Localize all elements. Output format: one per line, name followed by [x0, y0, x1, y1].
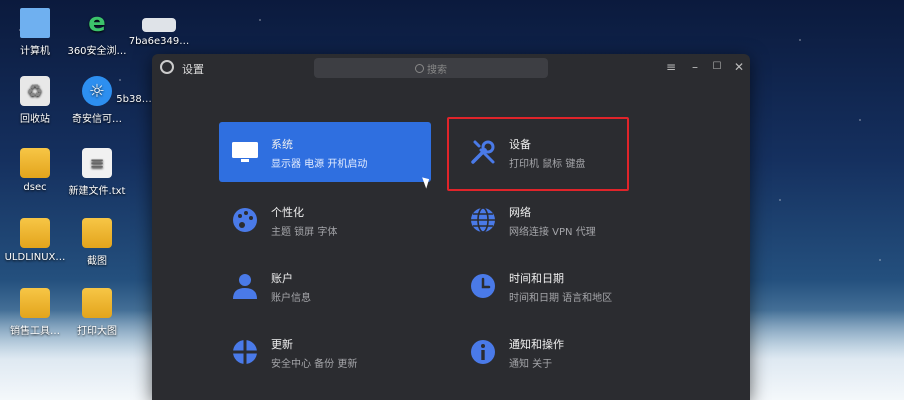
user-icon	[233, 274, 257, 299]
desktop-icon-dsec[interactable]: dsec	[0, 148, 70, 193]
settings-item-label: 个性化	[271, 206, 304, 219]
info-icon	[471, 340, 495, 364]
search-icon	[415, 63, 424, 73]
home-folder-icon	[20, 148, 50, 178]
settings-window: 设置 搜索 ≡ – ☐ ✕ 系统 显示器 电源 开机启动 设备 打印机 鼠标 键…	[152, 54, 750, 400]
search-input[interactable]: 搜索	[314, 58, 548, 78]
desktop-icon-new-txt[interactable]: ≡ 新建文件.txt	[62, 148, 132, 197]
monitor-icon	[232, 142, 258, 162]
menu-button[interactable]: ≡	[664, 60, 678, 74]
settings-item-desc: 时间和日期 语言和地区	[509, 293, 613, 304]
clock-icon	[471, 274, 495, 298]
settings-item-label: 系统	[271, 138, 293, 151]
settings-item-account[interactable]: 账户 账户信息	[219, 256, 431, 316]
settings-item-network[interactable]: 网络 网络连接 VPN 代理	[457, 190, 669, 250]
settings-item-desc: 安全中心 备份 更新	[271, 359, 358, 370]
window-title: 设置	[182, 63, 204, 76]
title-bar: 设置 搜索 ≡ – ☐ ✕	[152, 54, 750, 82]
folder-icon	[82, 288, 112, 318]
palette-icon	[233, 208, 257, 232]
maximize-button[interactable]: ☐	[710, 60, 724, 74]
settings-item-label: 时间和日期	[509, 272, 564, 285]
globe-icon	[471, 207, 495, 233]
trash-icon: ♻	[20, 76, 50, 106]
close-button[interactable]: ✕	[732, 60, 746, 74]
desktop-icon-package-1[interactable]: 7ba6e349…	[124, 18, 194, 47]
computer-icon	[20, 8, 50, 38]
settings-item-label: 账户	[271, 272, 293, 285]
desktop-icon-screenshot[interactable]: 截图	[62, 218, 132, 267]
package-icon	[142, 18, 176, 32]
text-file-icon: ≡	[82, 148, 112, 178]
folder-icon	[20, 288, 50, 318]
desktop-icon-trash[interactable]: ♻ 回收站	[0, 76, 70, 125]
settings-item-update[interactable]: 更新 安全中心 备份 更新	[219, 322, 431, 382]
desktop-icon-package-2[interactable]: 5b38…	[114, 94, 154, 105]
settings-item-personalization[interactable]: 个性化 主题 锁屏 字体	[219, 190, 431, 250]
settings-item-notifications[interactable]: 通知和操作 通知 关于	[457, 322, 669, 382]
browser-e-icon: e	[88, 8, 106, 38]
settings-item-system[interactable]: 系统 显示器 电源 开机启动	[219, 122, 431, 182]
folder-icon	[82, 218, 112, 248]
settings-item-desc: 通知 关于	[509, 359, 553, 370]
minimize-button[interactable]: –	[688, 60, 702, 74]
settings-item-label: 更新	[271, 338, 293, 351]
settings-gear-icon	[160, 60, 174, 74]
settings-item-desc: 主题 锁屏 字体	[271, 227, 338, 238]
desktop-icon-sales-tools[interactable]: 销售工具…	[0, 288, 70, 337]
update-icon	[233, 340, 257, 364]
highlight-box	[447, 117, 629, 191]
desktop-icon-computer[interactable]: 计算机	[0, 8, 70, 57]
settings-item-desc: 显示器 电源 开机启动	[271, 159, 368, 170]
settings-item-label: 通知和操作	[509, 338, 564, 351]
desktop-icon-print-large[interactable]: 打印大图	[62, 288, 132, 337]
settings-item-datetime[interactable]: 时间和日期 时间和日期 语言和地区	[457, 256, 669, 316]
browser-icon: ☼	[82, 76, 112, 106]
folder-icon	[20, 218, 50, 248]
desktop-icon-uldlinux[interactable]: ULDLINUX…	[0, 218, 70, 263]
settings-item-desc: 账户信息	[271, 293, 311, 304]
desktop-icon-360-browser[interactable]: e 360安全浏…	[62, 8, 132, 57]
settings-item-desc: 网络连接 VPN 代理	[509, 227, 596, 238]
settings-item-label: 网络	[509, 206, 531, 219]
